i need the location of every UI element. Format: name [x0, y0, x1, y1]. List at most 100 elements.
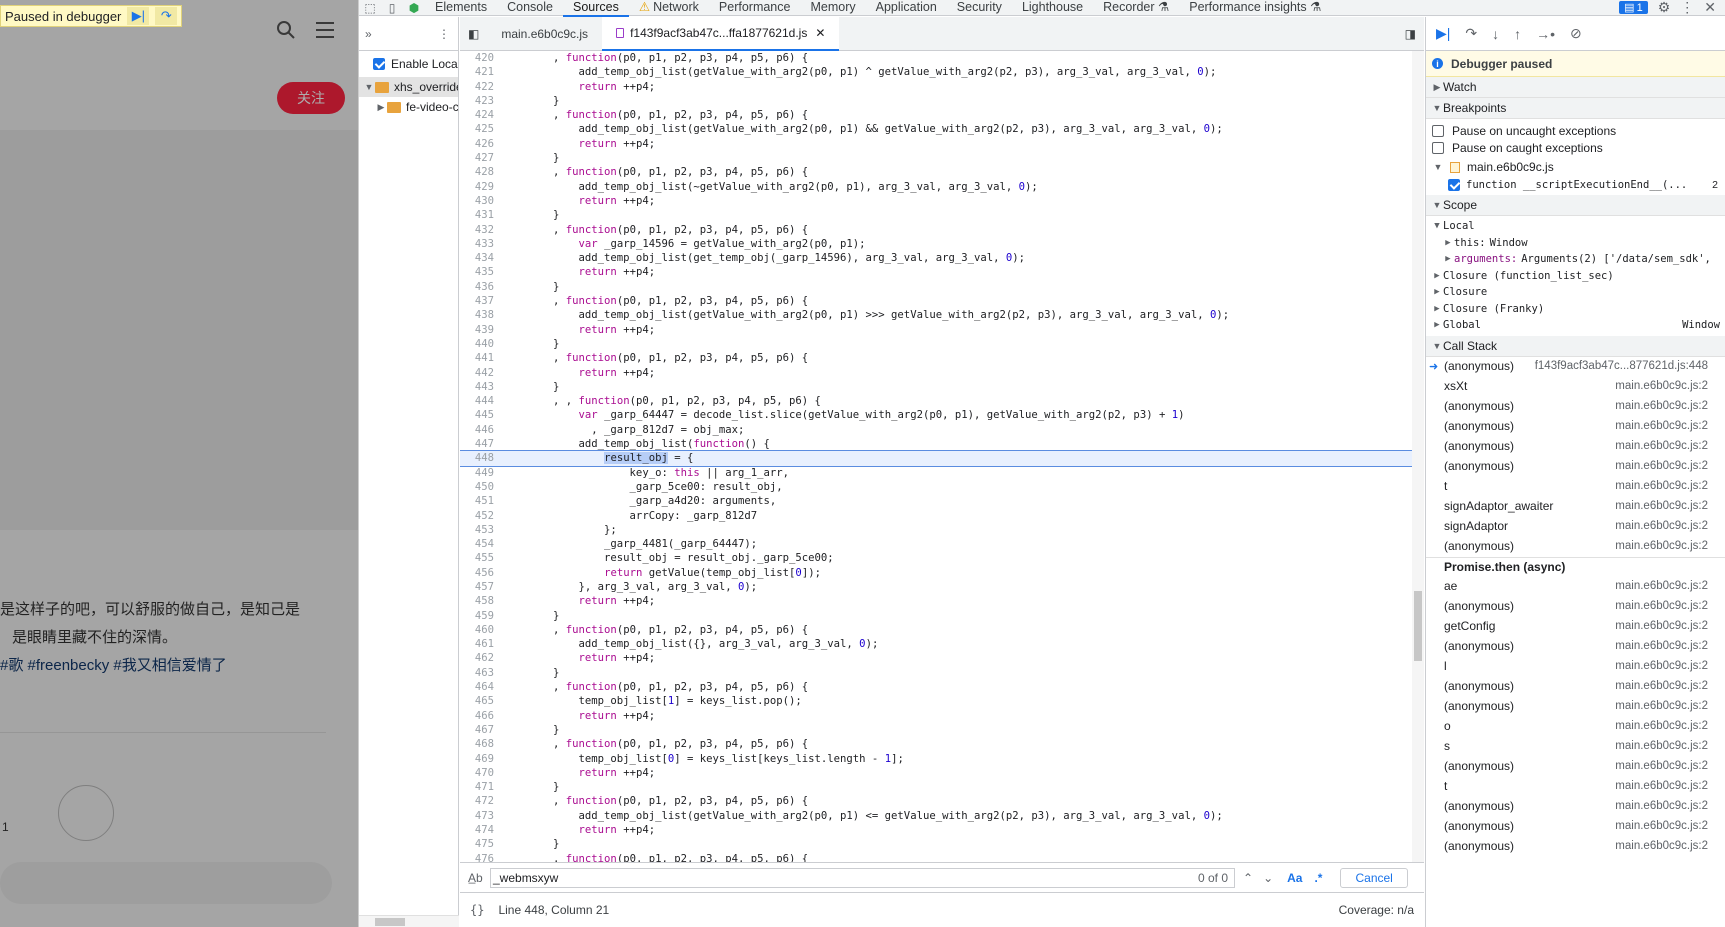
code-line[interactable]: 441 , function(p0, p1, p2, p3, p4, p5, p…: [460, 351, 1412, 365]
line-number[interactable]: 447: [460, 437, 498, 451]
code-line[interactable]: 453 };: [460, 523, 1412, 537]
cancel-button[interactable]: Cancel: [1340, 867, 1408, 888]
code-line[interactable]: 462 return ++p4;: [460, 651, 1412, 665]
code-line[interactable]: 435 return ++p4;: [460, 265, 1412, 279]
match-case-button[interactable]: Aa: [1287, 871, 1302, 885]
line-number[interactable]: 424: [460, 108, 498, 122]
scope-closure[interactable]: ▶ Closure (function_list_sec): [1426, 268, 1725, 285]
code-line[interactable]: 442 return ++p4;: [460, 366, 1412, 380]
code-line[interactable]: 434 add_temp_obj_list(get_temp_obj(_garp…: [460, 251, 1412, 265]
line-number[interactable]: 472: [460, 794, 498, 808]
line-number[interactable]: 438: [460, 308, 498, 322]
line-number[interactable]: 453: [460, 523, 498, 537]
code-line[interactable]: 420 , function(p0, p1, p2, p3, p4, p5, p…: [460, 51, 1412, 65]
editor-tab[interactable]: main.e6b0c9c.js: [487, 17, 602, 51]
line-number[interactable]: 452: [460, 509, 498, 523]
line-number[interactable]: 461: [460, 637, 498, 651]
code-area[interactable]: 420 , function(p0, p1, p2, p3, p4, p5, p…: [460, 51, 1412, 862]
section-scope[interactable]: ▼ Scope: [1426, 195, 1725, 216]
more-tabs-icon[interactable]: »: [365, 27, 372, 41]
section-watch[interactable]: ▶ Watch: [1426, 77, 1725, 98]
code-line[interactable]: 428 , function(p0, p1, p2, p3, p4, p5, p…: [460, 165, 1412, 179]
line-number[interactable]: 440: [460, 337, 498, 351]
line-number[interactable]: 449: [460, 466, 498, 480]
line-number[interactable]: 455: [460, 551, 498, 565]
vertical-scrollbar[interactable]: [1412, 51, 1424, 862]
code-line[interactable]: 463 }: [460, 666, 1412, 680]
frame-location[interactable]: main.e6b0c9c.js:2: [1615, 720, 1725, 732]
scope-property[interactable]: ▶ arguments: Arguments(2) ['/data/sem_sd…: [1426, 251, 1725, 268]
call-frame[interactable]: signAdaptor_awaiter main.e6b0c9c.js:2: [1426, 497, 1725, 517]
code-line[interactable]: 459 }: [460, 609, 1412, 623]
frame-location[interactable]: main.e6b0c9c.js:2: [1615, 840, 1725, 852]
call-frame[interactable]: (anonymous) main.e6b0c9c.js:2: [1426, 537, 1725, 557]
code-line[interactable]: 475 }: [460, 837, 1412, 851]
editor-tab-active[interactable]: f143f9acf3ab47c...ffa1877621d.js ✕: [602, 16, 840, 51]
code-line[interactable]: 422 return ++p4;: [460, 80, 1412, 94]
call-frame[interactable]: (anonymous) main.e6b0c9c.js:2: [1426, 597, 1725, 617]
code-line[interactable]: 474 return ++p4;: [460, 823, 1412, 837]
issues-badge[interactable]: ▤ 1: [1619, 1, 1648, 14]
call-frame[interactable]: o main.e6b0c9c.js:2: [1426, 717, 1725, 737]
line-number[interactable]: 451: [460, 494, 498, 508]
line-number[interactable]: 460: [460, 623, 498, 637]
line-number[interactable]: 469: [460, 752, 498, 766]
resume-icon[interactable]: ▶|: [127, 7, 150, 25]
line-number[interactable]: 456: [460, 566, 498, 580]
code-line[interactable]: 436 }: [460, 280, 1412, 294]
line-number[interactable]: 465: [460, 694, 498, 708]
breakpoint-checkbox[interactable]: [1448, 178, 1460, 191]
line-number[interactable]: 473: [460, 809, 498, 823]
call-frame[interactable]: (anonymous) main.e6b0c9c.js:2: [1426, 397, 1725, 417]
line-number[interactable]: 444: [460, 394, 498, 408]
tab-performance-insights[interactable]: Performance insights ⚗: [1179, 0, 1331, 16]
line-number[interactable]: 421: [460, 65, 498, 79]
frame-location[interactable]: main.e6b0c9c.js:2: [1615, 800, 1725, 812]
next-match-icon[interactable]: ⌄: [1263, 871, 1273, 885]
tab-recorder[interactable]: Recorder ⚗: [1093, 0, 1179, 16]
code-line[interactable]: 469 temp_obj_list[0] = keys_list[keys_li…: [460, 752, 1412, 766]
line-number[interactable]: 423: [460, 94, 498, 108]
line-number[interactable]: 462: [460, 651, 498, 665]
toggle-navigator-icon[interactable]: ◧: [460, 17, 487, 51]
frame-location[interactable]: main.e6b0c9c.js:2: [1615, 400, 1725, 412]
line-number[interactable]: 442: [460, 366, 498, 380]
code-line[interactable]: 450 _garp_5ce00: result_obj,: [460, 480, 1412, 494]
call-frame[interactable]: (anonymous) main.e6b0c9c.js:2: [1426, 697, 1725, 717]
scope-closure[interactable]: ▶ Closure: [1426, 284, 1725, 301]
line-number[interactable]: 439: [460, 323, 498, 337]
pretty-print-button[interactable]: {}: [470, 903, 484, 917]
line-number[interactable]: 434: [460, 251, 498, 265]
code-line[interactable]: 452 arrCopy: _garp_812d7: [460, 509, 1412, 523]
line-number[interactable]: 426: [460, 137, 498, 151]
code-line[interactable]: 446 , _garp_812d7 = obj_max;: [460, 423, 1412, 437]
frame-location[interactable]: main.e6b0c9c.js:2: [1615, 680, 1725, 692]
frame-location[interactable]: main.e6b0c9c.js:2: [1615, 500, 1725, 512]
call-frame[interactable]: t main.e6b0c9c.js:2: [1426, 777, 1725, 797]
scope-closure[interactable]: ▶ Closure (Franky): [1426, 301, 1725, 318]
line-number[interactable]: 436: [460, 280, 498, 294]
code-line[interactable]: 467 }: [460, 723, 1412, 737]
line-number[interactable]: 458: [460, 594, 498, 608]
code-line[interactable]: 458 return ++p4;: [460, 594, 1412, 608]
code-line[interactable]: 447 add_temp_obj_list(function() {: [460, 437, 1412, 451]
code-line[interactable]: 457 }, arg_3_val, arg_3_val, 0);: [460, 580, 1412, 594]
close-icon[interactable]: ✕: [1704, 0, 1716, 16]
line-number[interactable]: 464: [460, 680, 498, 694]
line-number[interactable]: 433: [460, 237, 498, 251]
step-into-icon[interactable]: ↓: [1492, 26, 1499, 42]
call-frame[interactable]: t main.e6b0c9c.js:2: [1426, 477, 1725, 497]
code-line[interactable]: 430 return ++p4;: [460, 194, 1412, 208]
line-number[interactable]: 466: [460, 709, 498, 723]
tab-elements[interactable]: Elements: [425, 0, 497, 16]
step-over-icon[interactable]: ↷: [155, 7, 178, 25]
code-line[interactable]: 425 add_temp_obj_list(getValue_with_arg2…: [460, 122, 1412, 136]
line-number[interactable]: 428: [460, 165, 498, 179]
deactivate-breakpoints-icon[interactable]: ⊘: [1570, 25, 1582, 42]
line-number[interactable]: 471: [460, 780, 498, 794]
section-breakpoints[interactable]: ▼ Breakpoints: [1426, 98, 1725, 119]
code-line[interactable]: 456 return getValue(temp_obj_list[0]);: [460, 566, 1412, 580]
horizontal-scrollbar[interactable]: [359, 915, 459, 927]
line-number[interactable]: 475: [460, 837, 498, 851]
call-frame[interactable]: s main.e6b0c9c.js:2: [1426, 737, 1725, 757]
